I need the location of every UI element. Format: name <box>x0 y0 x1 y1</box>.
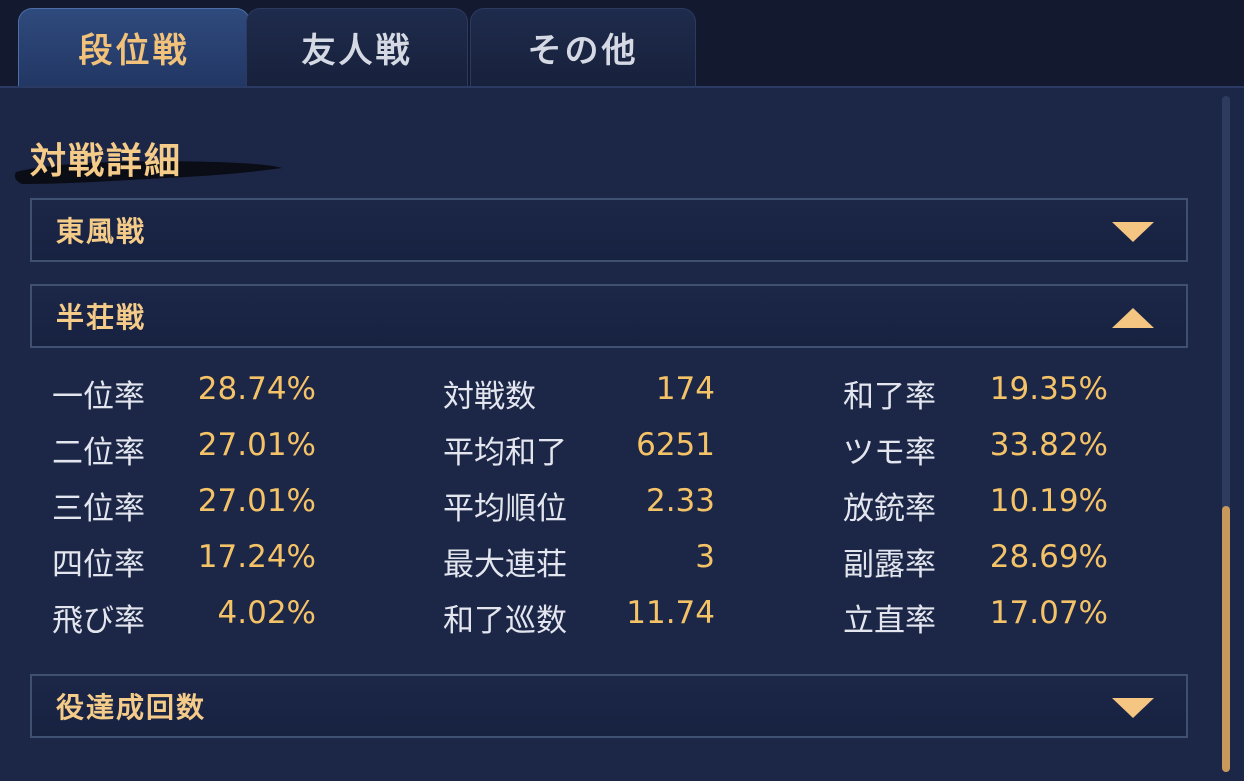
tab-friend-match-label: 友人戦 <box>301 31 413 71</box>
section-title: 対戦詳細 <box>30 140 183 182</box>
tab-ranked-match-label: 段位戦 <box>78 31 190 71</box>
accordion-tonpuusen-label: 東風戦 <box>56 215 147 248</box>
stat-label: 飛び率 <box>52 603 145 639</box>
stat-label: 一位率 <box>52 379 145 415</box>
stat-value: 2.33 <box>645 483 715 519</box>
tab-bar: 段位戦 友人戦 その他 <box>0 0 1244 86</box>
stat-games-played: 対戦数 174 <box>443 371 715 415</box>
stat-label: 二位率 <box>52 435 145 471</box>
stat-value: 33.82% <box>989 427 1108 463</box>
chevron-down-icon[interactable] <box>1112 698 1154 718</box>
accordion-hanchansen-label: 半荘戦 <box>56 301 147 334</box>
stat-value: 17.24% <box>197 539 316 575</box>
chevron-down-icon[interactable] <box>1112 222 1154 242</box>
stat-win-rate: 和了率 19.35% <box>843 371 1108 415</box>
tab-ranked-match[interactable]: 段位戦 <box>18 8 250 86</box>
stat-value: 11.74 <box>626 595 715 631</box>
stat-value: 28.69% <box>989 539 1108 575</box>
stat-first-place-rate: 一位率 28.74% <box>52 371 316 415</box>
stat-value: 4.02% <box>217 595 316 631</box>
stat-label: 平均順位 <box>443 491 567 527</box>
stat-riichi-rate: 立直率 17.07% <box>843 595 1108 639</box>
chevron-up-icon[interactable] <box>1112 308 1154 328</box>
stat-label: 四位率 <box>52 547 145 583</box>
stat-value: 27.01% <box>197 427 316 463</box>
stat-label: 立直率 <box>843 603 936 639</box>
stat-label: 和了率 <box>843 379 936 415</box>
stat-average-win: 平均和了 6251 <box>443 427 715 471</box>
accordion-yaku-count[interactable]: 役達成回数 <box>30 674 1188 738</box>
stat-label: 放銃率 <box>843 491 936 527</box>
stat-label: 平均和了 <box>443 435 567 471</box>
scrollbar-thumb[interactable] <box>1222 506 1230 772</box>
stat-value: 174 <box>655 371 715 407</box>
tab-friend-match[interactable]: 友人戦 <box>246 8 468 86</box>
stat-value: 28.74% <box>197 371 316 407</box>
stat-value: 17.07% <box>989 595 1108 631</box>
accordion-hanchansen[interactable]: 半荘戦 <box>30 284 1188 348</box>
accordion-yaku-count-label: 役達成回数 <box>56 691 207 724</box>
stat-value: 10.19% <box>989 483 1108 519</box>
stat-label: 最大連荘 <box>443 547 567 583</box>
stat-call-rate: 副露率 28.69% <box>843 539 1108 583</box>
stat-label: 対戦数 <box>443 379 536 415</box>
stat-value: 3 <box>695 539 715 575</box>
stat-value: 19.35% <box>989 371 1108 407</box>
stat-label: 和了巡数 <box>443 603 567 639</box>
stat-label: ツモ率 <box>843 435 936 471</box>
stat-label: 副露率 <box>843 547 936 583</box>
tab-other-label: その他 <box>527 31 639 71</box>
stat-bust-rate: 飛び率 4.02% <box>52 595 316 639</box>
accordion-tonpuusen[interactable]: 東風戦 <box>30 198 1188 262</box>
stat-max-renchan: 最大連荘 3 <box>443 539 715 583</box>
stat-win-turns: 和了巡数 11.74 <box>443 595 715 639</box>
stat-third-place-rate: 三位率 27.01% <box>52 483 316 527</box>
stat-average-rank: 平均順位 2.33 <box>443 483 715 527</box>
stat-second-place-rate: 二位率 27.01% <box>52 427 316 471</box>
stat-deal-in-rate: 放銃率 10.19% <box>843 483 1108 527</box>
stat-value: 6251 <box>636 427 715 463</box>
stat-value: 27.01% <box>197 483 316 519</box>
stat-tsumo-rate: ツモ率 33.82% <box>843 427 1108 471</box>
stat-label: 三位率 <box>52 491 145 527</box>
stat-fourth-place-rate: 四位率 17.24% <box>52 539 316 583</box>
tab-other[interactable]: その他 <box>470 8 696 86</box>
